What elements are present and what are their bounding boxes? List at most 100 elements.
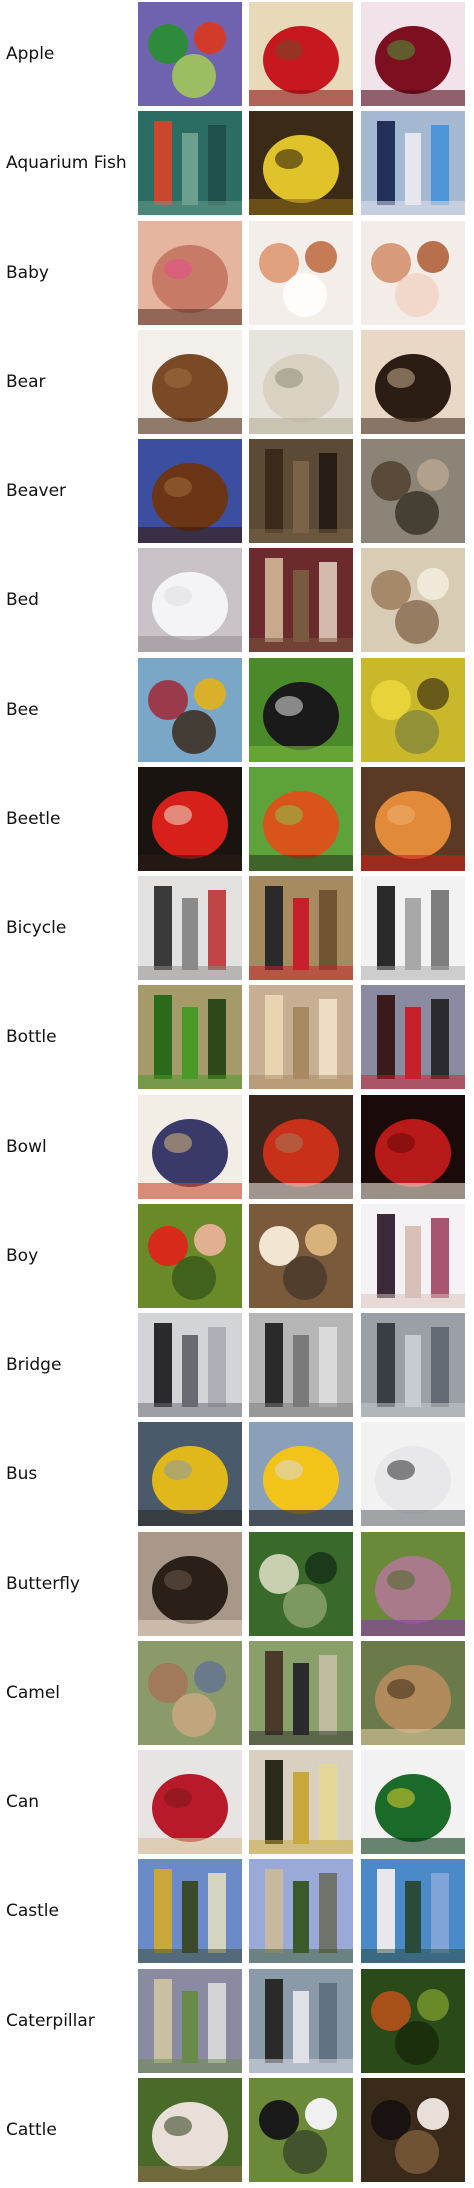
caterpillar-photo-3 [361,1968,465,2073]
class-label: Apple [6,44,55,64]
row-baby: Baby [0,220,474,325]
bowl-photo-3 [361,1094,465,1199]
row-camel: Camel [0,1640,474,1745]
bridge-photo-1 [138,1313,242,1417]
caterpillar-photo-1 [138,1968,242,2073]
beetle-photo-1 [138,766,242,871]
class-label: Beetle [6,808,61,829]
class-label: Aquarium Fish [6,153,127,174]
class-label: Bridge [6,1355,62,1375]
bear-photo-3 [361,329,465,434]
bicycle-photo-3 [361,876,465,980]
bus-photo-2 [249,1422,353,1527]
row-bowl: Bowl [0,1094,474,1199]
class-label: Bicycle [6,918,67,938]
class-label: Boy [6,1245,39,1266]
row-bed: Bed [0,548,474,653]
bed-photo-3 [361,548,465,653]
bridge-photo-3 [361,1313,465,1417]
class-label: Castle [6,1901,59,1922]
caterpillar-photo-2 [249,1968,353,2073]
camel-photo-1 [138,1640,242,1745]
boy-photo-2 [249,1203,353,1308]
bottle-photo-2 [249,985,353,1090]
class-label: Baby [6,262,49,283]
beetle-photo-3 [361,766,465,871]
bear-photo-2 [249,329,353,434]
aquarium-fish-photo-2 [249,111,353,216]
bear-photo-1 [138,329,242,434]
class-label: Cattle [6,2119,57,2140]
baby-photo-2 [249,220,353,325]
row-bottle: Bottle [0,985,474,1090]
bridge-photo-2 [249,1313,353,1417]
class-label: Bed [6,590,39,611]
boy-photo-1 [138,1203,242,1308]
can-photo-3 [361,1750,465,1854]
beaver-photo-1 [138,439,242,543]
row-castle: Castle [0,1859,474,1964]
class-label: Camel [6,1682,61,1703]
row-beaver: Beaver [0,439,474,543]
class-label: Bottle [6,1027,57,1048]
beaver-photo-3 [361,439,465,543]
bus-photo-1 [138,1422,242,1527]
cattle-photo-2 [249,2077,353,2182]
apple-photo-3 [361,2,465,106]
class-label: Bee [6,699,39,720]
butterfly-photo-2 [249,1531,353,1636]
beetle-photo-2 [249,766,353,871]
bottle-photo-1 [138,985,242,1090]
row-caterpillar: Caterpillar [0,1968,474,2073]
row-can: Can [0,1750,474,1854]
class-label: Bowl [6,1136,47,1157]
apple-photo-1 [138,2,242,106]
row-bicycle: Bicycle [0,876,474,980]
class-label: Can [6,1792,40,1812]
can-photo-1 [138,1750,242,1854]
beaver-photo-2 [249,439,353,543]
castle-photo-3 [361,1859,465,1964]
apple-photo-2 [249,2,353,106]
butterfly-photo-1 [138,1531,242,1636]
aquarium-fish-photo-3 [361,111,465,216]
class-label: Beaver [6,481,67,501]
row-cattle: Cattle [0,2077,474,2182]
class-label: Bus [6,1464,38,1485]
row-aquarium-fish: Aquarium Fish [0,111,474,216]
image-grid: Apple Aquarium Fish Baby Bear Beaver Bed Bee Be… [0,0,474,2188]
row-apple: Apple [0,2,474,106]
cattle-photo-3 [361,2077,465,2182]
cattle-photo-1 [138,2077,242,2182]
row-bee: Bee [0,657,474,762]
bee-photo-2 [249,657,353,762]
row-boy: Boy [0,1203,474,1308]
bicycle-photo-1 [138,876,242,980]
bowl-photo-1 [138,1094,242,1199]
butterfly-photo-3 [361,1531,465,1636]
row-bus: Bus [0,1422,474,1527]
row-bridge: Bridge [0,1313,474,1417]
bottle-photo-3 [361,985,465,1090]
castle-photo-1 [138,1859,242,1964]
row-butterfly: Butterfly [0,1531,474,1636]
camel-photo-3 [361,1640,465,1745]
row-bear: Bear [0,329,474,434]
row-beetle: Beetle [0,766,474,871]
bee-photo-1 [138,657,242,762]
castle-photo-2 [249,1859,353,1964]
bed-photo-2 [249,548,353,653]
can-photo-2 [249,1750,353,1854]
baby-photo-3 [361,220,465,325]
class-label: Caterpillar [6,2010,95,2031]
boy-photo-3 [361,1203,465,1308]
class-label: Butterfly [6,1573,80,1594]
bed-photo-1 [138,548,242,653]
class-label: Bear [6,371,46,392]
aquarium-fish-photo-1 [138,111,242,216]
bee-photo-3 [361,657,465,762]
camel-photo-2 [249,1640,353,1745]
bicycle-photo-2 [249,876,353,980]
baby-photo-1 [138,220,242,325]
bus-photo-3 [361,1422,465,1527]
